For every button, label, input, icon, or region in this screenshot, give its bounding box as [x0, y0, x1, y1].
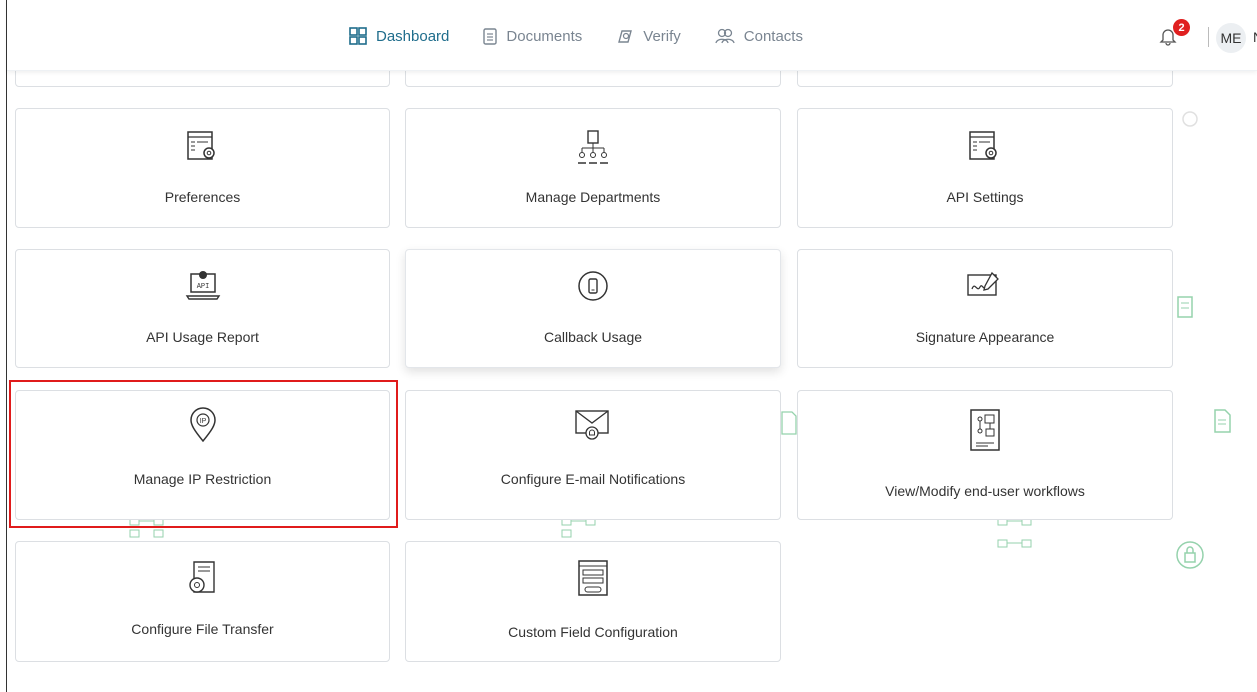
- user-name-truncated: N: [1253, 29, 1257, 45]
- background-decoration-icon: [1177, 296, 1193, 318]
- background-decoration-icon: [1176, 541, 1204, 569]
- email-bell-icon: [575, 410, 609, 440]
- settings-window-icon: [969, 131, 997, 160]
- notification-badge: 2: [1173, 19, 1190, 36]
- divider: [1208, 27, 1209, 47]
- svg-text:IP: IP: [199, 418, 206, 425]
- card-preferences[interactable]: Preferences: [15, 108, 390, 228]
- avatar[interactable]: ME: [1216, 23, 1246, 53]
- card-signature-appearance[interactable]: Signature Appearance: [797, 249, 1173, 368]
- card-custom-field-configuration[interactable]: Custom Field Configuration: [405, 541, 781, 662]
- file-gear-icon: [188, 561, 215, 593]
- card-label: Callback Usage: [543, 329, 643, 345]
- card-manage-departments[interactable]: Manage Departments: [405, 108, 781, 228]
- card-api-settings[interactable]: API Settings: [797, 108, 1173, 228]
- card-view-modify-workflows[interactable]: View/Modify end-user workflows: [797, 390, 1173, 520]
- org-chart-icon: [578, 130, 608, 164]
- card-label: Manage IP Restriction: [133, 471, 272, 487]
- card-manage-ip-restriction[interactable]: IP Manage IP Restriction: [15, 390, 390, 520]
- background-decoration-icon: [781, 411, 797, 435]
- card-label: Preferences: [164, 189, 241, 205]
- api-laptop-icon: API: [185, 271, 220, 300]
- card-label: API Settings: [946, 189, 1024, 205]
- contacts-icon: [715, 28, 735, 44]
- document-icon: [483, 27, 498, 45]
- background-decoration-icon: [1214, 409, 1231, 433]
- verify-icon: [618, 30, 633, 43]
- ip-pin-icon: IP: [189, 407, 216, 443]
- top-navigation-bar: Dashboard Documents Verify Contacts 2 ME…: [7, 0, 1257, 71]
- nav-item-documents[interactable]: Documents: [483, 28, 582, 45]
- background-decoration-icon: [997, 517, 1032, 548]
- card-label: Custom Field Configuration: [508, 624, 678, 640]
- card-label: Signature Appearance: [915, 329, 1055, 345]
- nav-item-contacts[interactable]: Contacts: [715, 28, 803, 45]
- nav-label-documents: Documents: [506, 27, 583, 45]
- card-label: Configure File Transfer: [131, 621, 274, 637]
- card-label: Configure E-mail Notifications: [500, 471, 686, 487]
- card-configure-email-notifications[interactable]: Configure E-mail Notifications: [405, 390, 781, 520]
- card-callback-usage[interactable]: Callback Usage: [405, 249, 781, 368]
- settings-window-icon: [186, 131, 215, 160]
- nav-label-verify: Verify: [643, 27, 681, 45]
- svg-text:API: API: [196, 283, 209, 291]
- nav-label-contacts: Contacts: [743, 27, 803, 45]
- grid-icon: [349, 27, 367, 45]
- nav-item-dashboard[interactable]: Dashboard: [349, 27, 449, 45]
- form-fields-icon: [578, 560, 608, 596]
- signature-icon: [967, 271, 999, 296]
- workflow-icon: [970, 409, 1000, 451]
- nav-item-verify[interactable]: Verify: [616, 27, 681, 45]
- background-decoration-icon: [1182, 111, 1198, 127]
- main-nav: Dashboard Documents Verify Contacts: [349, 27, 837, 45]
- card-label: API Usage Report: [146, 329, 259, 345]
- nav-label-dashboard: Dashboard: [376, 27, 450, 45]
- phone-callback-icon: [578, 271, 608, 301]
- card-api-usage-report[interactable]: API API Usage Report: [15, 249, 390, 368]
- card-label: View/Modify end-user workflows: [885, 483, 1085, 499]
- card-label: Manage Departments: [525, 189, 661, 205]
- card-configure-file-transfer[interactable]: Configure File Transfer: [15, 541, 390, 662]
